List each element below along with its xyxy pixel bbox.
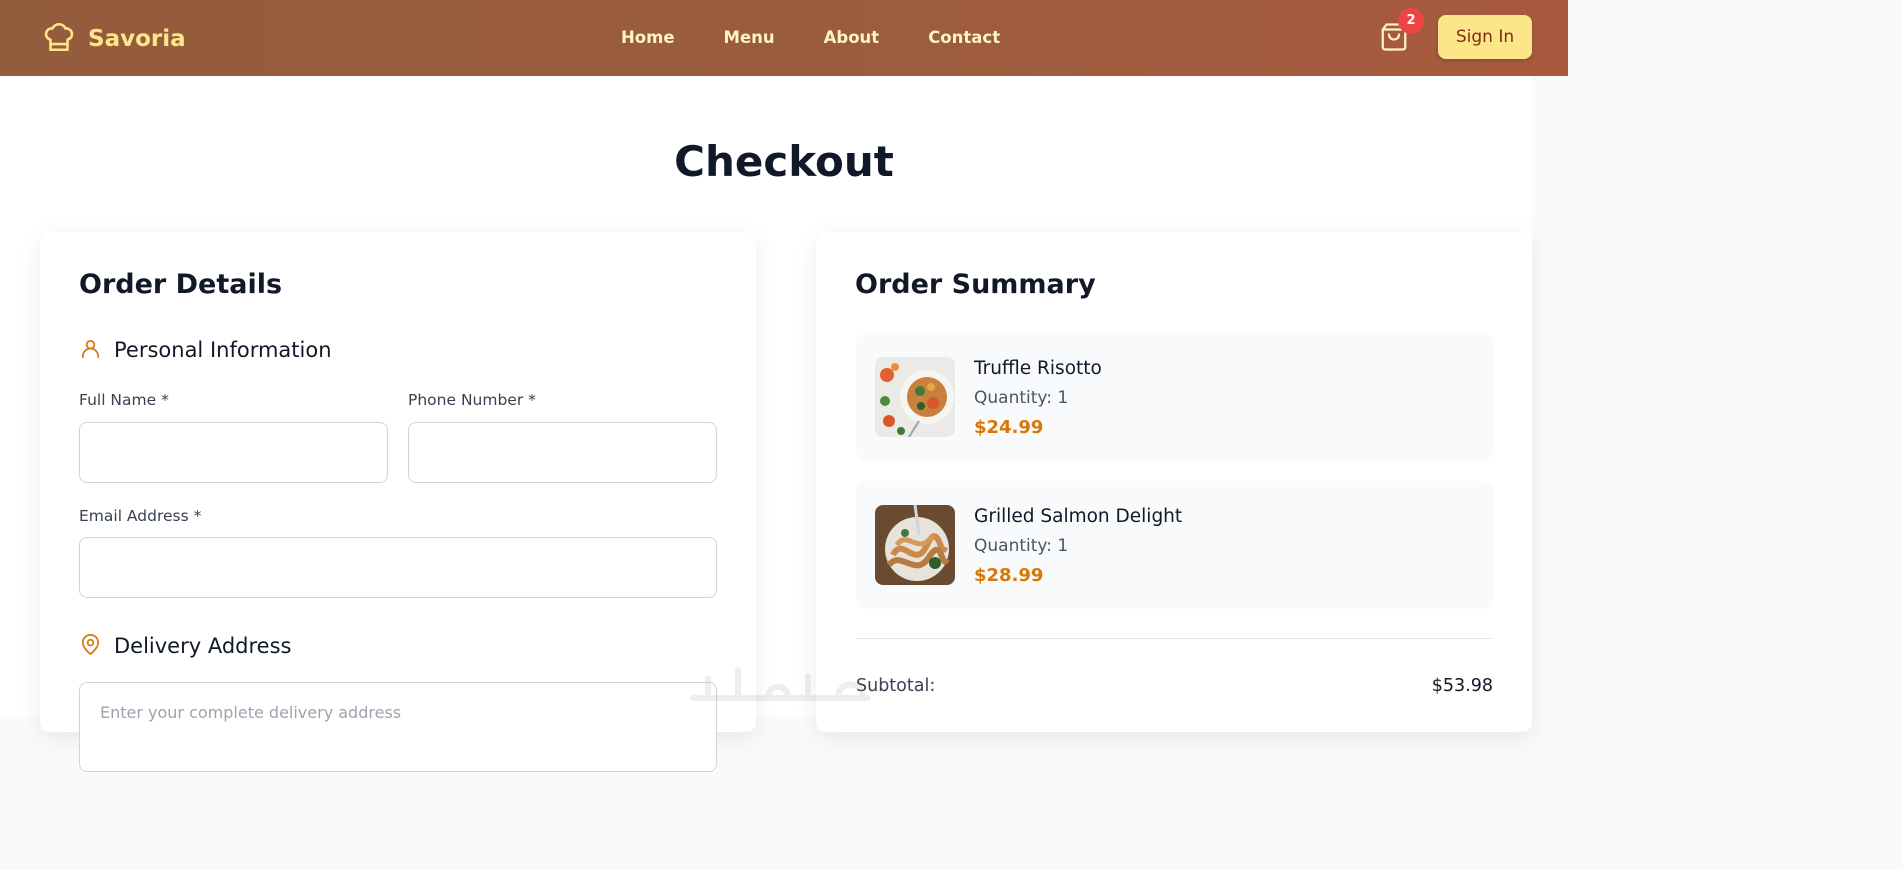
phone-number-label: Phone Number * [408,391,536,409]
full-name-input[interactable] [79,422,388,483]
cart-count-badge: 2 [1398,8,1424,34]
item-price: $28.99 [974,565,1044,586]
sign-in-button[interactable]: Sign In [1438,15,1532,59]
main-nav: Home Menu About Contact [621,26,1000,50]
chef-hat-icon [42,20,76,58]
email-label: Email Address * [79,507,202,525]
page-title: Checkout [674,137,894,186]
full-name-label: Full Name * [79,391,169,409]
order-item: Truffle Risotto Quantity: 1 $24.99 [856,333,1493,461]
brand-name: Savoria [88,26,186,52]
order-details-card: Order Details Personal Information Full … [40,232,756,772]
item-name: Truffle Risotto [974,358,1102,379]
personal-info-heading: Personal Information [79,336,332,364]
nav-home-link[interactable]: Home [621,26,675,50]
order-summary-card: Order Summary Truffle Risotto Quantity: … [816,232,1532,732]
nav-contact-link[interactable]: Contact [928,26,1000,50]
personal-info-title: Personal Information [114,338,332,362]
risotto-dish-image [875,357,955,437]
order-summary-heading: Order Summary [855,269,1096,300]
email-input[interactable] [79,537,717,598]
watermark-logo [688,658,878,708]
item-name: Grilled Salmon Delight [974,506,1183,527]
user-icon [79,337,102,364]
order-details-heading: Order Details [79,269,283,300]
map-pin-icon [79,633,102,660]
nav-about-link[interactable]: About [824,26,880,50]
summary-divider [856,638,1493,639]
brand-logo[interactable]: Savoria [42,20,186,58]
item-price: $24.99 [974,417,1044,438]
phone-number-input[interactable] [408,422,717,483]
item-quantity: Quantity: 1 [974,388,1069,408]
salmon-dish-image [875,505,955,585]
item-quantity: Quantity: 1 [974,536,1069,556]
order-item: Grilled Salmon Delight Quantity: 1 $28.9… [856,481,1493,609]
delivery-address-title: Delivery Address [114,634,292,658]
subtotal-value: $53.98 [1431,676,1493,696]
delivery-address-input[interactable] [79,682,717,772]
nav-menu-link[interactable]: Menu [724,26,775,50]
delivery-address-heading: Delivery Address [79,632,291,660]
top-navbar: Savoria Home Menu About Contact 2 Sign I… [0,0,1568,76]
shopping-bag-icon [1379,23,1409,56]
